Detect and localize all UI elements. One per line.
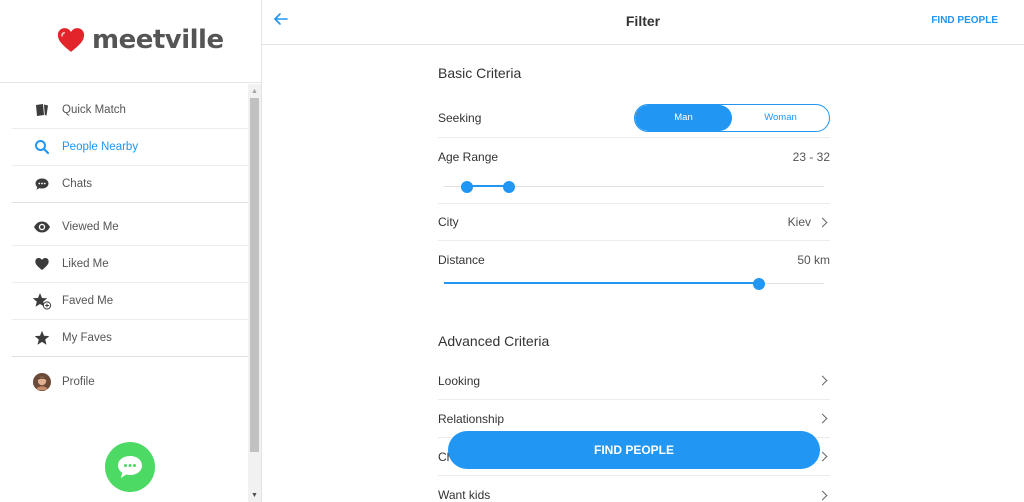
- heart-logo-icon: [57, 28, 85, 52]
- seeking-row: Seeking Man Woman: [438, 98, 830, 138]
- sidebar-item-label: Viewed Me: [62, 221, 119, 233]
- search-icon: [32, 137, 52, 157]
- sidebar-item-viewed-me[interactable]: Viewed Me: [12, 209, 248, 246]
- age-range-slider[interactable]: [444, 180, 824, 194]
- age-range-label: Age Range: [438, 150, 499, 164]
- distance-label: Distance: [438, 253, 485, 267]
- sidebar-nav: Quick Match People Nearby Chats Viewed M…: [12, 92, 248, 400]
- age-min-handle[interactable]: [460, 181, 473, 193]
- city-row[interactable]: City Kiev: [438, 204, 830, 241]
- cards-icon: [32, 100, 52, 120]
- sidebar-item-my-faves[interactable]: My Faves: [12, 320, 248, 357]
- sidebar-item-label: My Faves: [62, 332, 112, 344]
- chevron-right-icon: [817, 413, 828, 424]
- sidebar-item-people-nearby[interactable]: People Nearby: [12, 129, 248, 166]
- star-icon: [32, 328, 52, 348]
- city-label: City: [438, 215, 459, 229]
- advanced-item-label: Want kids: [438, 488, 491, 502]
- advanced-item-looking[interactable]: Looking: [438, 362, 830, 400]
- distance-slider[interactable]: [444, 277, 824, 291]
- chat-bubble-icon: [118, 456, 142, 478]
- chat-bubble-icon: [32, 174, 52, 194]
- chevron-right-icon: [817, 217, 828, 227]
- chat-button[interactable]: [105, 442, 155, 492]
- avatar: [32, 372, 52, 392]
- sidebar-item-profile[interactable]: Profile: [12, 363, 248, 400]
- age-range-row: Age Range 23 - 32: [438, 138, 830, 204]
- scroll-down-arrow-icon[interactable]: ▼: [248, 488, 261, 502]
- distance-row: Distance 50 km: [438, 241, 830, 298]
- distance-handle[interactable]: [753, 278, 766, 290]
- seeking-label: Seeking: [438, 110, 482, 125]
- star-plus-icon: [32, 291, 52, 311]
- seeking-option-woman[interactable]: Woman: [732, 105, 829, 131]
- heart-icon: [32, 254, 52, 274]
- sidebar-scrollbar[interactable]: ▲ ▼: [248, 84, 261, 502]
- advanced-item-want-kids[interactable]: Want kids: [438, 476, 830, 502]
- seeking-toggle[interactable]: Man Woman: [634, 103, 830, 132]
- distance-value: 50 km: [797, 253, 830, 267]
- sidebar-item-liked-me[interactable]: Liked Me: [12, 246, 248, 283]
- find-people-button[interactable]: FIND PEOPLE: [448, 431, 820, 469]
- sidebar-item-chats[interactable]: Chats: [12, 166, 248, 203]
- logo[interactable]: meetville: [56, 22, 224, 58]
- header: Filter FIND PEOPLE: [262, 0, 1024, 45]
- scroll-thumb[interactable]: [250, 98, 259, 452]
- advanced-item-label: Looking: [438, 373, 481, 388]
- section-title-advanced: Advanced Criteria: [438, 333, 550, 349]
- find-people-header-button[interactable]: FIND PEOPLE: [931, 15, 998, 26]
- age-range-value: 23 - 32: [792, 150, 830, 164]
- sidebar-item-label: People Nearby: [62, 141, 139, 153]
- divider: [0, 82, 262, 83]
- scroll-up-arrow-icon[interactable]: ▲: [248, 84, 261, 98]
- sidebar-item-label: Liked Me: [62, 258, 109, 270]
- page-title: Filter: [625, 13, 661, 29]
- sidebar-item-label: Faved Me: [62, 295, 114, 307]
- advanced-item-label: Relationship: [438, 411, 505, 426]
- sidebar: meetville Quick Match People Nearby Chat…: [0, 0, 262, 502]
- age-max-handle[interactable]: [502, 181, 515, 193]
- chevron-right-icon: [817, 490, 828, 500]
- eye-icon: [32, 217, 52, 237]
- seeking-option-man[interactable]: Man: [635, 104, 732, 131]
- slider-fill: [444, 282, 760, 284]
- sidebar-item-label: Profile: [62, 375, 95, 388]
- section-title-basic: Basic Criteria: [438, 65, 522, 81]
- logo-text: meetville: [92, 25, 224, 55]
- sidebar-item-quick-match[interactable]: Quick Match: [12, 92, 248, 129]
- city-value: Kiev: [787, 215, 811, 229]
- chevron-right-icon: [817, 375, 828, 386]
- sidebar-item-label: Chats: [62, 178, 93, 190]
- sidebar-item-faved-me[interactable]: Faved Me: [12, 283, 248, 320]
- sidebar-item-label: Quick Match: [62, 104, 126, 116]
